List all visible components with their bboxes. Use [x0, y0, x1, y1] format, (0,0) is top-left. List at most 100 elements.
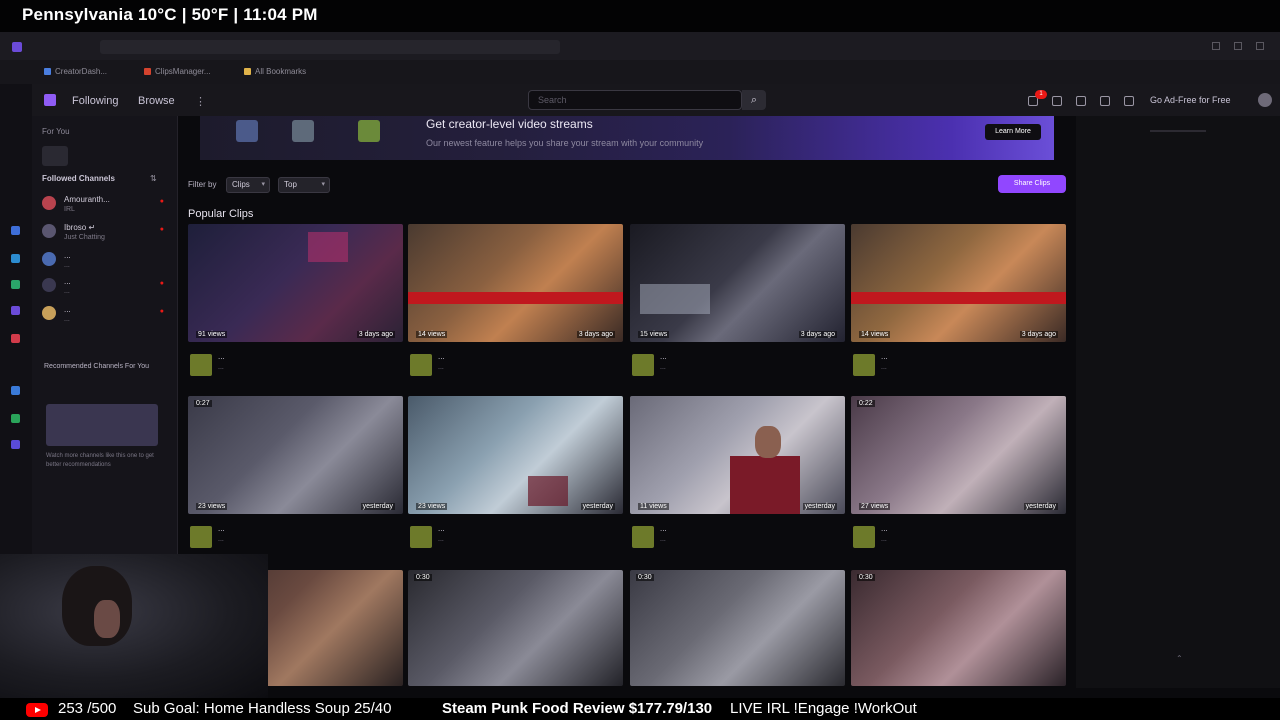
clip-title[interactable]: ... [881, 524, 888, 533]
search-placeholder: Search [538, 95, 567, 105]
section-title: Popular Clips [188, 208, 254, 220]
channel-avatar[interactable] [190, 526, 212, 548]
clip-title[interactable]: ... [660, 352, 667, 361]
clip-channel[interactable]: ... [438, 536, 444, 543]
clip-views: 91 views [196, 331, 228, 338]
sidebar-channel[interactable]: ... ... [42, 250, 168, 276]
streamer-face [94, 600, 120, 638]
clip-thumbnail[interactable]: 91 views 3 days ago [188, 224, 403, 342]
clip-channel[interactable]: ... [218, 536, 224, 543]
clip-thumbnail[interactable]: 15 views 3 days ago [630, 224, 845, 342]
app-icon[interactable] [11, 334, 20, 343]
clip-views: 23 views [196, 503, 228, 510]
live-indicator: ● [159, 198, 164, 205]
clip-range-value: Top [284, 180, 297, 189]
crown-icon[interactable] [1124, 96, 1134, 106]
channel-avatar [42, 224, 56, 238]
channel-avatar [42, 252, 56, 266]
clip-thumbnail[interactable]: 0:30 [630, 570, 845, 686]
nav-browse[interactable]: Browse [138, 95, 175, 107]
clip-info: ... ... [190, 352, 405, 392]
clip-thumbnail[interactable]: 0:27 23 views yesterday [188, 396, 403, 514]
channel-avatar[interactable] [410, 354, 432, 376]
app-icon[interactable] [11, 414, 20, 423]
webcam-overlay [0, 554, 268, 698]
sidebar-channel[interactable]: ... ... ● [42, 276, 168, 302]
clip-channel[interactable]: ... [438, 364, 444, 371]
clip-thumbnail[interactable]: 23 views yesterday [408, 396, 623, 514]
twitch-logo-icon[interactable] [44, 94, 56, 106]
app-icon[interactable] [11, 226, 20, 235]
channel-category: ... [64, 262, 70, 269]
minimize-icon[interactable] [1212, 42, 1220, 50]
browser-favicon-icon[interactable] [12, 42, 22, 52]
clip-title[interactable]: ... [660, 524, 667, 533]
app-icon[interactable] [11, 280, 20, 289]
share-clips-button[interactable]: Share Clips [998, 175, 1066, 193]
more-icon[interactable]: ⋮ [195, 95, 206, 108]
channel-avatar[interactable] [632, 526, 654, 548]
clip-thumbnail[interactable]: 0:22 27 views yesterday [851, 396, 1066, 514]
clip-title[interactable]: ... [438, 352, 445, 361]
channel-avatar[interactable] [853, 526, 875, 548]
clip-range-select[interactable]: Top ▾ [278, 177, 330, 193]
inbox-icon[interactable] [1052, 96, 1062, 106]
clip-channel[interactable]: ... [218, 364, 224, 371]
channel-avatar[interactable] [410, 526, 432, 548]
clip-thumbnail[interactable]: 11 views yesterday [630, 396, 845, 514]
clip-title[interactable]: ... [881, 352, 888, 361]
clapperboard-icon [292, 120, 314, 142]
app-icon[interactable] [11, 254, 20, 263]
clip-thumbnail[interactable]: 14 views 3 days ago [851, 224, 1066, 342]
live-indicator: ● [159, 308, 164, 315]
app-icon[interactable] [11, 306, 20, 315]
app-icon[interactable] [11, 386, 20, 395]
clip-thumbnail[interactable]: 0:30 [408, 570, 623, 686]
clip-title[interactable]: ... [218, 352, 225, 361]
search-icon[interactable]: ⌕ [742, 90, 766, 110]
clip-info: ... ... [410, 524, 625, 564]
channel-avatar[interactable] [190, 354, 212, 376]
maximize-icon[interactable] [1234, 42, 1242, 50]
clip-title[interactable]: ... [218, 524, 225, 533]
clip-date: yesterday [580, 503, 615, 510]
scroll-up-icon[interactable]: ⌃ [1176, 654, 1183, 663]
sidebar-channel[interactable]: ... ... ● [42, 304, 168, 330]
channel-avatar[interactable] [632, 354, 654, 376]
sidebar-channel[interactable]: Amouranth... IRL ● [42, 194, 168, 220]
bookmark-2[interactable]: ClipsManager... [144, 67, 211, 76]
clip-channel[interactable]: ... [881, 364, 887, 371]
channel-avatar[interactable] [853, 354, 875, 376]
chevron-down-icon: ▾ [321, 181, 325, 188]
address-bar[interactable] [100, 40, 560, 54]
app-icon[interactable] [11, 440, 20, 449]
channel-category: Just Chatting [64, 234, 105, 241]
clip-channel[interactable]: ... [660, 364, 666, 371]
weather-text: Pennsylvania 10°C | 50°F | 11:04 PM [22, 5, 318, 24]
clip-channel[interactable]: ... [660, 536, 666, 543]
close-icon[interactable] [1256, 42, 1264, 50]
clip-type-select[interactable]: Clips ▾ [226, 177, 270, 193]
clip-channel[interactable]: ... [881, 536, 887, 543]
banner-learn-more-button[interactable]: Learn More [985, 124, 1041, 140]
recommended-card[interactable] [46, 404, 158, 446]
bookmark-1[interactable]: CreatorDash... [44, 67, 107, 76]
clip-thumbnail[interactable]: 14 views 3 days ago [408, 224, 623, 342]
bookmark-3[interactable]: All Bookmarks [244, 67, 306, 76]
get-ad-free-button[interactable]: Go Ad-Free for Free [1150, 95, 1231, 105]
stream-screen: Pennsylvania 10°C | 50°F | 11:04 PM Crea… [0, 0, 1280, 720]
whispers-icon[interactable] [1076, 96, 1086, 106]
collapse-sidebar-icon[interactable] [42, 146, 68, 166]
sidebar-channel[interactable]: Ibroso ↵ Just Chatting ● [42, 222, 168, 248]
user-avatar[interactable] [1258, 93, 1272, 107]
sort-icon[interactable]: ⇅ [150, 174, 157, 183]
filter-label: Filter by [188, 180, 217, 189]
channel-category: IRL [64, 206, 75, 213]
bits-icon[interactable] [1100, 96, 1110, 106]
clip-title[interactable]: ... [438, 524, 445, 533]
nav-following[interactable]: Following [72, 95, 118, 107]
channel-name: Amouranth... [64, 195, 110, 204]
clip-date: 3 days ago [798, 331, 837, 338]
clip-date: yesterday [1023, 503, 1058, 510]
clip-thumbnail[interactable]: 0:30 [851, 570, 1066, 686]
